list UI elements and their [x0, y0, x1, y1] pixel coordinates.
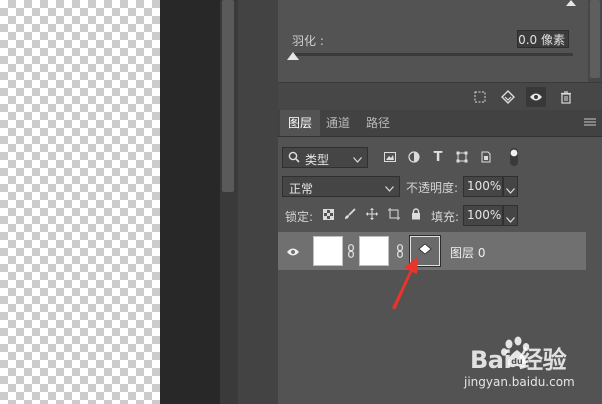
load-selection-icon[interactable]	[470, 87, 490, 107]
eye-icon[interactable]	[526, 87, 546, 107]
opacity-dropdown[interactable]	[503, 176, 518, 197]
link-chain-icon[interactable]	[348, 244, 354, 258]
feather-value-input[interactable]: 0.0 像素	[517, 30, 569, 48]
blend-mode-value: 正常	[289, 182, 314, 196]
svg-text:du: du	[511, 357, 523, 366]
trash-icon[interactable]	[556, 87, 576, 107]
fill-dropdown[interactable]	[503, 205, 518, 226]
properties-toolbar	[278, 82, 602, 111]
properties-scroll-thumb[interactable]	[590, 0, 600, 78]
panel-menu-icon[interactable]	[584, 116, 596, 130]
layer-visibility-eye-icon[interactable]	[286, 246, 300, 260]
chevron-down-icon	[353, 152, 362, 166]
filter-kind-label: 类型	[305, 153, 330, 167]
fill-label: 填充:	[431, 210, 460, 224]
density-slider-knob[interactable]	[566, 0, 576, 6]
filter-toggle-icon[interactable]	[506, 146, 522, 168]
filter-adjustment-icon[interactable]	[406, 148, 422, 166]
lock-position-move-icon[interactable]	[364, 205, 380, 223]
chevron-down-icon	[385, 181, 394, 195]
filter-type-icon[interactable]: T	[430, 148, 446, 166]
transparent-canvas[interactable]	[0, 0, 160, 404]
watermark-url: jingyan.baidu.com	[464, 375, 575, 389]
lock-label: 锁定:	[285, 210, 314, 224]
lock-all-icon[interactable]	[408, 205, 424, 223]
lock-artboard-icon[interactable]	[386, 205, 402, 223]
paw-logo-icon: du	[500, 336, 534, 373]
canvas-pasteboard	[160, 0, 220, 404]
annotation-arrow	[384, 252, 424, 315]
feather-label: 羽化 :	[292, 34, 324, 48]
filter-pixel-icon[interactable]	[382, 148, 398, 166]
canvas-scroll-thumb[interactable]	[222, 0, 234, 192]
chevron-down-icon	[506, 183, 515, 197]
fill-input[interactable]: 100%	[463, 205, 503, 226]
filter-shape-icon[interactable]	[454, 148, 470, 166]
opacity-input[interactable]: 100%	[463, 176, 503, 197]
panel-tab-bar: 图层 通道 路径	[278, 110, 602, 137]
blend-mode-select[interactable]: 正常	[282, 176, 400, 197]
tab-paths[interactable]: 路径	[358, 110, 398, 136]
feather-slider-knob[interactable]	[287, 52, 299, 60]
opacity-label: 不透明度:	[406, 181, 459, 195]
layer-filter-select[interactable]: 类型	[282, 147, 368, 168]
chevron-down-icon	[506, 212, 515, 226]
apply-mask-icon[interactable]	[498, 87, 518, 107]
filter-smart-object-icon[interactable]	[478, 148, 494, 166]
search-icon	[288, 151, 300, 166]
layer-name[interactable]: 图层 0	[450, 244, 485, 261]
layer-thumbnail[interactable]	[313, 236, 343, 266]
lock-transparent-icon[interactable]	[320, 205, 336, 223]
panel-dock-strip	[238, 0, 278, 404]
tab-channels[interactable]: 通道	[318, 110, 358, 136]
lock-pixels-brush-icon[interactable]	[342, 205, 358, 223]
tab-layers[interactable]: 图层	[280, 110, 321, 136]
feather-slider-track[interactable]	[292, 53, 573, 56]
